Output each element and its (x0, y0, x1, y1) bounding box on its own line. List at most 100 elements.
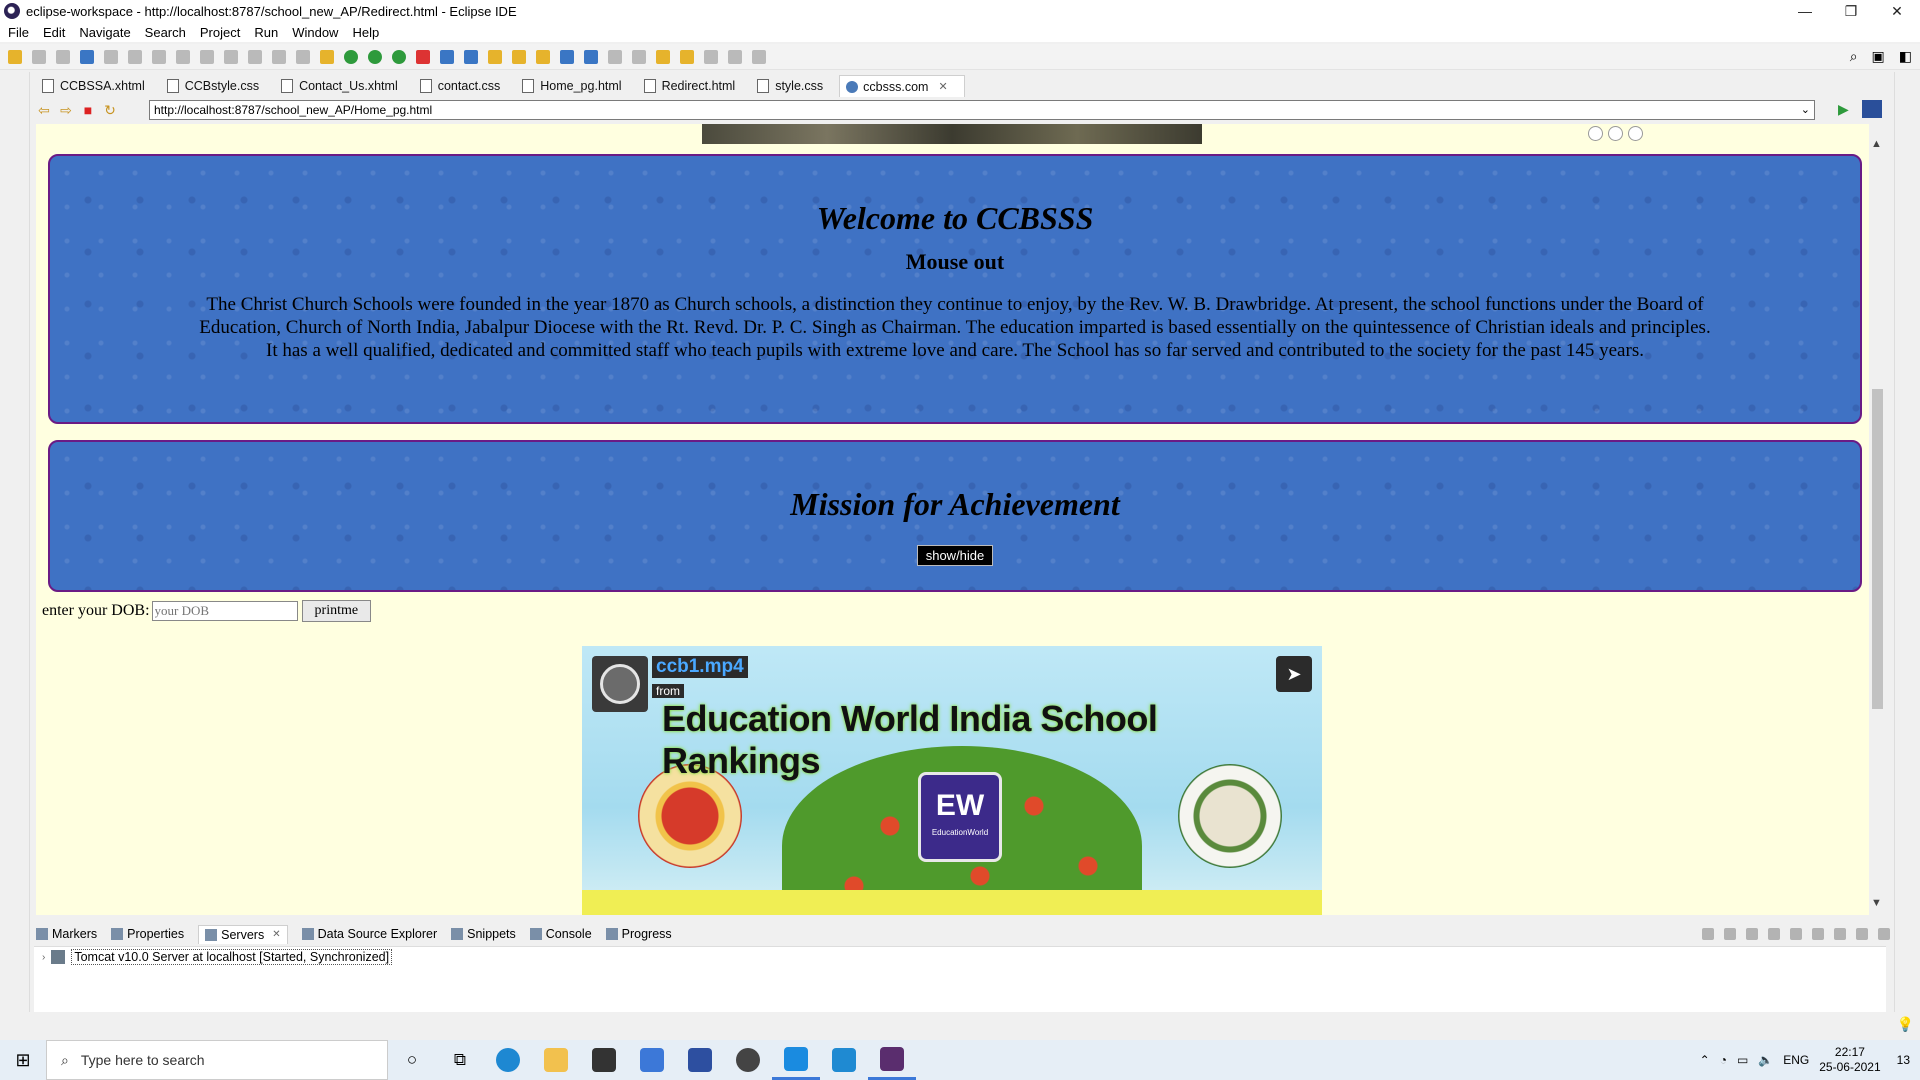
expand-arrow-icon[interactable]: › (42, 952, 45, 963)
eclipse-taskbar-icon[interactable] (868, 1040, 916, 1080)
ide-app-icon[interactable] (676, 1040, 724, 1080)
vertical-scrollbar[interactable]: ▲ ▼ (1869, 124, 1886, 915)
server-item[interactable]: › Tomcat v10.0 Server at localhost [Star… (42, 949, 393, 965)
external-tools-icon[interactable] (416, 49, 430, 64)
menu-edit[interactable]: Edit (43, 25, 65, 40)
java-ee-perspective-icon[interactable]: ◧ (1899, 48, 1912, 65)
cortana-icon[interactable]: ○ (388, 1040, 436, 1080)
forward-icon[interactable] (728, 49, 742, 64)
tab-ccbsss-com[interactable]: ccbsss.com ✕ (839, 75, 965, 97)
open-perspective-icon[interactable]: ▣ (1872, 48, 1885, 65)
step-into-icon[interactable] (224, 49, 238, 64)
show-hide-button[interactable]: show/hide (916, 545, 994, 566)
clock[interactable]: 22:17 25-06-2021 (1819, 1045, 1880, 1075)
slider-dot[interactable] (1628, 126, 1643, 141)
scroll-up-icon[interactable]: ▲ (1871, 138, 1882, 150)
next-annotation-icon[interactable] (632, 49, 646, 64)
network-icon[interactable]: ◔ (1720, 1053, 1727, 1067)
new-project-icon[interactable] (464, 49, 478, 64)
share-icon[interactable]: ➤ (1276, 656, 1312, 692)
minimize-button[interactable]: — (1782, 0, 1828, 22)
back-arrow-icon[interactable]: ⇦ (36, 102, 52, 119)
slider-dot[interactable] (1588, 126, 1603, 141)
xbox-icon[interactable] (724, 1040, 772, 1080)
profile-server-icon[interactable] (1768, 928, 1780, 940)
close-tab-icon[interactable]: ✕ (272, 929, 280, 940)
tab-ccbstyle-css[interactable]: CCBstyle.css (161, 75, 275, 97)
store-icon[interactable] (580, 1040, 628, 1080)
menu-navigate[interactable]: Navigate (79, 25, 130, 40)
menu-help[interactable]: Help (352, 25, 379, 40)
open-folder-icon[interactable] (512, 49, 526, 64)
close-button[interactable]: ✕ (1874, 0, 1920, 22)
video-player[interactable]: EW EducationWorld Education World India S… (582, 646, 1322, 915)
tab-data-source-explorer[interactable]: Data Source Explorer (301, 927, 437, 941)
back-icon[interactable] (704, 49, 718, 64)
run-icon[interactable] (368, 49, 382, 64)
maximize-view-icon[interactable] (1878, 928, 1890, 940)
step-return-icon[interactable] (272, 49, 286, 64)
back-edit-icon[interactable] (656, 49, 670, 64)
tab-redirect-html[interactable]: Redirect.html (638, 75, 752, 97)
scroll-down-icon[interactable]: ▼ (1871, 897, 1882, 909)
debug-icon[interactable] (344, 49, 358, 64)
volume-icon[interactable]: 🔈 (1758, 1053, 1773, 1067)
tab-servers[interactable]: Servers ✕ (198, 924, 288, 944)
debug-server-icon[interactable] (1724, 928, 1736, 940)
battery-icon[interactable]: ▭ (1737, 1053, 1748, 1067)
run-coverage-icon[interactable] (392, 49, 406, 64)
suspend-icon[interactable] (152, 49, 166, 64)
video-title[interactable]: ccb1.mp4 (652, 656, 748, 678)
tab-contact-css[interactable]: contact.css (414, 75, 517, 97)
chevron-up-icon[interactable]: ⌃ (1700, 1053, 1710, 1067)
forward-edit-icon[interactable] (680, 49, 694, 64)
annotation-icon[interactable] (608, 49, 622, 64)
open-external-icon[interactable] (1862, 100, 1882, 118)
tab-contact-us-xhtml[interactable]: Contact_Us.xhtml (275, 75, 414, 97)
link-icon[interactable] (584, 49, 598, 64)
channel-avatar-icon[interactable] (592, 656, 648, 712)
minimize-view-icon[interactable] (1856, 928, 1868, 940)
notifications-count[interactable]: 13 (1897, 1053, 1910, 1067)
dob-input[interactable] (151, 601, 298, 621)
save-all-icon[interactable] (56, 49, 70, 64)
taskbar-search[interactable]: ⌕ Type here to search (46, 1040, 388, 1080)
camera-app-icon[interactable] (772, 1040, 820, 1080)
refresh-icon[interactable]: ↻ (102, 102, 118, 119)
tab-console[interactable]: Console (529, 927, 592, 941)
terminate-icon[interactable] (176, 49, 190, 64)
printme-button[interactable]: printme (301, 600, 372, 622)
new-file-icon[interactable] (8, 49, 22, 64)
open-task-icon[interactable] (320, 49, 334, 64)
save-icon[interactable] (32, 49, 46, 64)
tab-style-css[interactable]: style.css (751, 75, 839, 97)
view-menu-icon[interactable] (1834, 928, 1846, 940)
step-over-icon[interactable] (248, 49, 262, 64)
file-explorer-icon[interactable] (532, 1040, 580, 1080)
slider-dot[interactable] (1608, 126, 1623, 141)
terminal-icon[interactable] (80, 49, 94, 64)
vscode-icon[interactable] (820, 1040, 868, 1080)
disconnect-icon[interactable] (200, 49, 214, 64)
tab-progress[interactable]: Progress (605, 927, 672, 941)
menu-file[interactable]: File (8, 25, 29, 40)
menu-project[interactable]: Project (200, 25, 240, 40)
pin-editor-icon[interactable] (752, 49, 766, 64)
mail-icon[interactable] (628, 1040, 676, 1080)
new-server-icon[interactable] (440, 49, 454, 64)
stop-server-icon[interactable] (1790, 928, 1802, 940)
go-icon[interactable]: ▶ (1838, 101, 1849, 118)
tab-snippets[interactable]: Snippets (451, 927, 516, 941)
search-toolbar-icon[interactable] (536, 49, 550, 64)
toggle-icon[interactable] (296, 49, 310, 64)
windows-start-icon[interactable]: ⊞ (0, 1050, 46, 1071)
forward-arrow-icon[interactable]: ⇨ (58, 102, 74, 119)
url-bar[interactable]: http://localhost:8787/school_new_AP/Home… (149, 100, 1815, 120)
edge-icon[interactable] (484, 1040, 532, 1080)
start-server-icon[interactable] (1746, 928, 1758, 940)
scroll-thumb[interactable] (1872, 389, 1883, 709)
menu-run[interactable]: Run (254, 25, 278, 40)
tab-home-pg-html[interactable]: Home_pg.html (516, 75, 637, 97)
search-icon[interactable]: ⌕ (1850, 48, 1858, 65)
lightbulb-icon[interactable]: 💡 (1897, 1016, 1914, 1033)
